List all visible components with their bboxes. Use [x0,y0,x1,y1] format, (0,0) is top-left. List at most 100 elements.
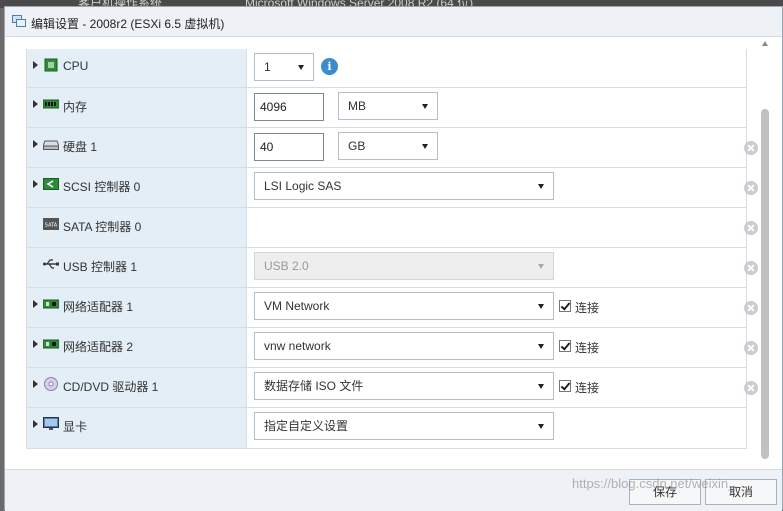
cdrom-media-value: 数据存储 ISO 文件 [264,379,364,393]
nic1-connect-checkbox[interactable] [559,300,571,312]
video-settings-value: 指定自定义设置 [264,419,349,433]
label-cell-nic2: 网络适配器 2 [27,328,247,367]
dialog-footer: 保存 取消 [5,469,782,511]
scroll-up-icon[interactable] [762,41,768,46]
row-disk: 硬盘 1 40 GB [27,128,758,168]
expand-arrow-icon[interactable] [33,380,38,388]
network-adapter-icon [43,299,59,309]
nic1-label: 网络适配器 1 [63,300,134,314]
nic2-connect-checkbox[interactable] [559,340,571,352]
vm-edit-icon [12,15,26,27]
disk-label: 硬盘 1 [63,140,98,154]
memory-icon [43,99,59,109]
disk-unit-value: GB [348,139,366,153]
expand-arrow-icon[interactable] [33,340,38,348]
chevron-down-icon [538,304,544,309]
cpu-label: CPU [63,59,89,73]
info-icon[interactable]: i [321,58,338,75]
chevron-down-icon [538,384,544,389]
cpu-count-value: 1 [264,60,271,74]
chevron-down-icon [422,104,428,109]
edit-settings-dialog: 编辑设置 - 2008r2 (ESXi 6.5 虚拟机) CPU 1 i 内存 … [4,6,783,511]
chevron-down-icon [422,144,428,149]
remove-usb-icon[interactable] [744,261,758,275]
row-usb: USB 控制器 1 USB 2.0 [27,248,758,288]
save-button[interactable]: 保存 [629,479,701,505]
nic1-network-value: VM Network [264,299,330,313]
video-settings-select[interactable]: 指定自定义设置 [254,412,554,440]
expand-arrow-icon[interactable] [33,180,38,188]
row-network-adapter-1: 网络适配器 1 VM Network 连接 [27,288,758,328]
cdrom-label: CD/DVD 驱动器 1 [63,380,159,394]
row-cd-dvd: CD/DVD 驱动器 1 数据存储 ISO 文件 连接 [27,368,758,408]
usb-type-select: USB 2.0 [254,252,554,280]
row-scsi: SCSI 控制器 0 LSI Logic SAS [27,168,758,208]
chevron-down-icon [298,65,304,70]
scsi-type-value: LSI Logic SAS [264,179,342,193]
row-video-card: 显卡 指定自定义设置 [27,408,746,448]
label-cell-cdrom: CD/DVD 驱动器 1 [27,368,247,407]
label-cell-usb: USB 控制器 1 [27,248,247,287]
usb-icon [43,259,59,269]
memory-label: 内存 [63,100,88,114]
svg-text:SATA: SATA [45,223,58,229]
label-cell-cpu: CPU [27,49,247,87]
expand-arrow-icon[interactable] [33,420,38,428]
chevron-down-icon [538,344,544,349]
usb-type-value: USB 2.0 [264,259,309,273]
dialog-title: 编辑设置 - 2008r2 (ESXi 6.5 虚拟机) [31,17,225,31]
scroll-thumb[interactable] [761,109,769,459]
label-cell-sata: SATA SATA 控制器 0 [27,208,247,247]
nic1-connect-label: 连接 [575,301,600,315]
scsi-controller-icon [43,178,59,190]
label-cell-video: 显卡 [27,408,247,448]
nic2-network-select[interactable]: vnw network [254,332,554,360]
cd-dvd-icon [44,377,58,391]
scsi-type-select[interactable]: LSI Logic SAS [254,172,554,200]
remove-scsi-icon[interactable] [744,181,758,195]
label-cell-disk: 硬盘 1 [27,128,247,167]
chevron-down-icon [538,264,544,269]
row-cpu: CPU 1 i [27,49,746,88]
cpu-icon [44,58,58,72]
sata-controller-icon: SATA [43,218,59,230]
cancel-button[interactable]: 取消 [705,479,777,505]
expand-arrow-icon[interactable] [33,61,38,69]
remove-sata-icon[interactable] [744,221,758,235]
remove-nic2-icon[interactable] [744,341,758,355]
row-memory: 内存 4096 MB [27,88,746,128]
dialog-titlebar: 编辑设置 - 2008r2 (ESXi 6.5 虚拟机) [5,7,782,37]
cdrom-connect-label: 连接 [575,381,600,395]
memory-size-input[interactable]: 4096 [254,93,324,121]
memory-unit-select[interactable]: MB [338,92,438,120]
remove-nic1-icon[interactable] [744,301,758,315]
usb-label: USB 控制器 1 [63,260,138,274]
expand-arrow-icon[interactable] [33,300,38,308]
remove-disk-icon[interactable] [744,141,758,155]
chevron-down-icon [538,184,544,189]
disk-size-input[interactable]: 40 [254,133,324,161]
cpu-count-select[interactable]: 1 [254,53,314,81]
scsi-label: SCSI 控制器 0 [63,180,141,194]
nic1-network-select[interactable]: VM Network [254,292,554,320]
disk-unit-select[interactable]: GB [338,132,438,160]
nic2-connect-label: 连接 [575,341,600,355]
memory-unit-value: MB [348,99,366,113]
row-sata: SATA SATA 控制器 0 [27,208,758,248]
row-network-adapter-2: 网络适配器 2 vnw network 连接 [27,328,758,368]
nic2-label: 网络适配器 2 [63,340,134,354]
expand-arrow-icon[interactable] [33,100,38,108]
vertical-scrollbar[interactable] [761,37,770,469]
monitor-icon [43,417,59,430]
remove-cdrom-icon[interactable] [744,381,758,395]
cdrom-connect-checkbox[interactable] [559,380,571,392]
video-label: 显卡 [63,420,88,434]
hard-disk-icon [43,140,59,150]
nic2-network-value: vnw network [264,339,331,353]
label-cell-nic1: 网络适配器 1 [27,288,247,327]
hardware-table: CPU 1 i 内存 4096 MB 硬盘 1 40 GB SCSI 控制器 0… [26,49,758,449]
cdrom-media-select[interactable]: 数据存储 ISO 文件 [254,372,554,400]
label-cell-memory: 内存 [27,88,247,127]
expand-arrow-icon[interactable] [33,140,38,148]
label-cell-scsi: SCSI 控制器 0 [27,168,247,207]
